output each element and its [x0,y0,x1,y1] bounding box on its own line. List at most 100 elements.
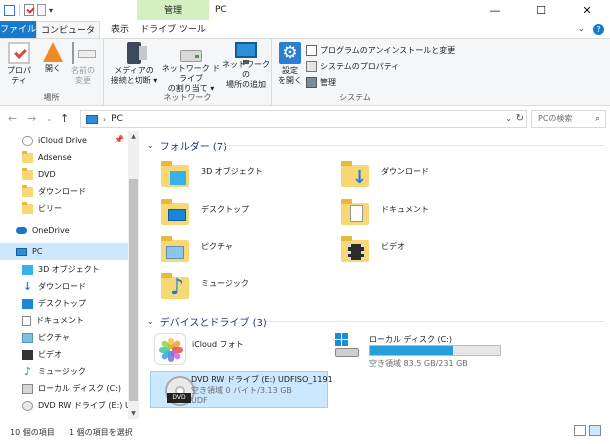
customize-quick-access-dropdown[interactable]: ▾ [49,6,53,15]
nav-item-pc[interactable]: PC [0,243,128,260]
map-network-drive-button[interactable]: ネットワーク ドライブ の割り当て ▾ [160,42,222,94]
tab-view[interactable]: 表示 [104,21,136,39]
properties-button[interactable]: プロパティ [4,42,34,86]
nav-item-billy[interactable]: ビリー [0,200,128,217]
properties-quick-icon[interactable] [24,4,34,16]
properties-icon [8,42,30,64]
device-icloud-photos[interactable]: iCloud フォト [142,331,328,369]
folder-videos[interactable]: ビデオ [338,234,405,270]
nav-item-dvd[interactable]: DVD [0,166,128,183]
scroll-up-arrow-icon[interactable]: ▲ [128,133,139,140]
folder-icon [22,167,33,180]
device-local-disk-c[interactable]: ローカル ディスク (C:) 空き領域 83.5 GB/231 GB [327,331,507,369]
vlc-open-icon [43,42,63,62]
music-icon: ♪ [23,364,32,378]
desktop-icon [22,298,33,309]
close-button[interactable]: ✕ [564,0,610,22]
folder-pictures[interactable]: ピクチャ [158,234,233,270]
refresh-icon[interactable]: ↻ [516,113,524,124]
collapse-chevron-icon[interactable]: ⌄ [147,141,154,150]
documents-icon [22,315,31,326]
nav-scrollbar-thumb[interactable] [129,179,138,401]
rename-button[interactable]: 名前の 変更 [68,42,98,86]
nav-item-3d-objects[interactable]: 3D オブジェクト [0,261,128,278]
folder-downloads[interactable]: ↓ ダウンロード [338,159,429,195]
collapse-ribbon-icon[interactable]: ⌄ [577,24,585,35]
devices-section-header[interactable]: ⌄ デバイスとドライブ (3) [142,313,608,329]
tab-file[interactable]: ファイル [0,21,36,39]
nav-item-dvd-drive[interactable]: DVD RW ドライブ (E:) UDF [0,397,128,414]
nav-item-adsense[interactable]: Adsense [0,149,128,166]
collapse-chevron-icon[interactable]: ⌄ [147,317,154,326]
uninstall-program-button[interactable]: プログラムのアンインストールと変更 [306,44,455,57]
back-button[interactable]: ← [8,112,17,125]
folders-section-header[interactable]: ⌄ フォルダー (7) [142,137,608,153]
folder-icon [22,150,33,163]
media-connect-button[interactable]: メディアの 接続と切断 ▾ [110,42,158,86]
documents-folder-icon [338,197,372,229]
breadcrumb-chevron-icon[interactable]: › [103,115,106,124]
nav-item-icloud-drive[interactable]: iCloud Drive 📌 [0,132,128,149]
downloads-folder-icon: ↓ [338,159,372,191]
pin-icon[interactable]: 📌 [114,135,124,144]
address-history-dropdown[interactable]: ⌄ [505,114,512,123]
videos-icon [22,349,33,360]
media-server-icon [127,42,147,64]
help-icon[interactable]: ? [593,24,604,35]
maximize-button[interactable]: ☐ [518,0,564,22]
nav-item-desktop[interactable]: デスクトップ [0,295,128,312]
local-disk-icon [327,331,365,365]
folder-music[interactable]: ♪ ミュージック [158,271,249,307]
device-dvd-drive-e[interactable]: DVD DVD RW ドライブ (E:) UDFISO_1191 空き領域 0 … [150,371,333,408]
separator [19,4,20,16]
nav-item-documents[interactable]: ドキュメント [0,312,128,329]
nav-item-local-disk[interactable]: ローカル ディスク (C:) [0,380,128,397]
desktop-folder-icon [158,197,192,229]
nav-item-onedrive[interactable]: OneDrive [0,222,128,239]
window-title: PC [215,5,227,15]
add-network-location-button[interactable]: ネットワークの 場所の追加 [222,42,270,90]
scroll-down-arrow-icon[interactable]: ▼ [128,410,139,417]
folder-icon [22,201,33,214]
folder-desktop[interactable]: デスクトップ [158,197,249,233]
tab-computer[interactable]: コンピューター [36,21,100,54]
group-label-network: ネットワーク [163,93,212,102]
nav-scrollbar[interactable]: ▲ ▼ [128,131,139,419]
forward-button[interactable]: → [27,112,36,125]
recent-locations-button[interactable]: ⌄ [46,114,53,123]
3d-objects-folder-icon [158,159,192,191]
nav-item-videos[interactable]: ビデオ [0,346,128,363]
computer-management-icon [306,77,317,88]
tab-drive-tools[interactable]: ドライブ ツール [137,21,209,39]
minimize-button[interactable]: — [472,0,518,22]
section-divider [220,145,604,146]
system-properties-button[interactable]: システムのプロパティ [306,60,399,73]
system-properties-icon [306,61,317,72]
open-settings-button[interactable]: 設定 を開く [278,42,302,86]
ribbon-group-network: メディアの 接続と切断 ▾ ネットワーク ドライブ の割り当て ▾ ネットワーク… [104,39,272,105]
address-bar[interactable]: › PC ⌄ ↻ [80,110,527,128]
address-row: ← → ⌄ ↑ › PC ⌄ ↻ PCの検索 ⌕ [0,109,610,130]
window-icon [4,4,15,16]
open-button[interactable]: 開く [40,42,66,74]
downloads-icon: ↓ [22,279,33,293]
breadcrumb-pc[interactable]: PC [111,114,123,124]
nav-item-downloads-quick[interactable]: ダウンロード [0,183,128,200]
details-view-icon[interactable] [574,425,586,436]
ribbon: プロパティ 開く 名前の 変更 場所 メディアの 接続と切断 ▾ ネットワーク … [0,38,610,106]
nav-item-music[interactable]: ♪ ミュージック [0,363,128,380]
nav-item-downloads[interactable]: ↓ ダウンロード [0,278,128,295]
nav-item-pictures[interactable]: ピクチャ [0,329,128,346]
3d-objects-icon [22,264,33,275]
folder-3d-objects[interactable]: 3D オブジェクト [158,159,263,195]
manage-button[interactable]: 管理 [306,76,336,89]
up-button[interactable]: ↑ [60,112,69,125]
pictures-folder-icon [158,234,192,266]
large-icons-view-icon[interactable] [589,425,601,436]
navigation-pane: iCloud Drive 📌 Adsense DVD ダウンロード ビリー On… [0,131,140,419]
folder-documents[interactable]: ドキュメント [338,197,429,233]
search-input[interactable]: PCの検索 ⌕ [531,110,606,128]
status-bar: 10 個の項目 1 個の項目を選択 [0,419,610,444]
new-folder-quick-icon[interactable] [37,4,46,16]
programs-icon [306,45,317,56]
